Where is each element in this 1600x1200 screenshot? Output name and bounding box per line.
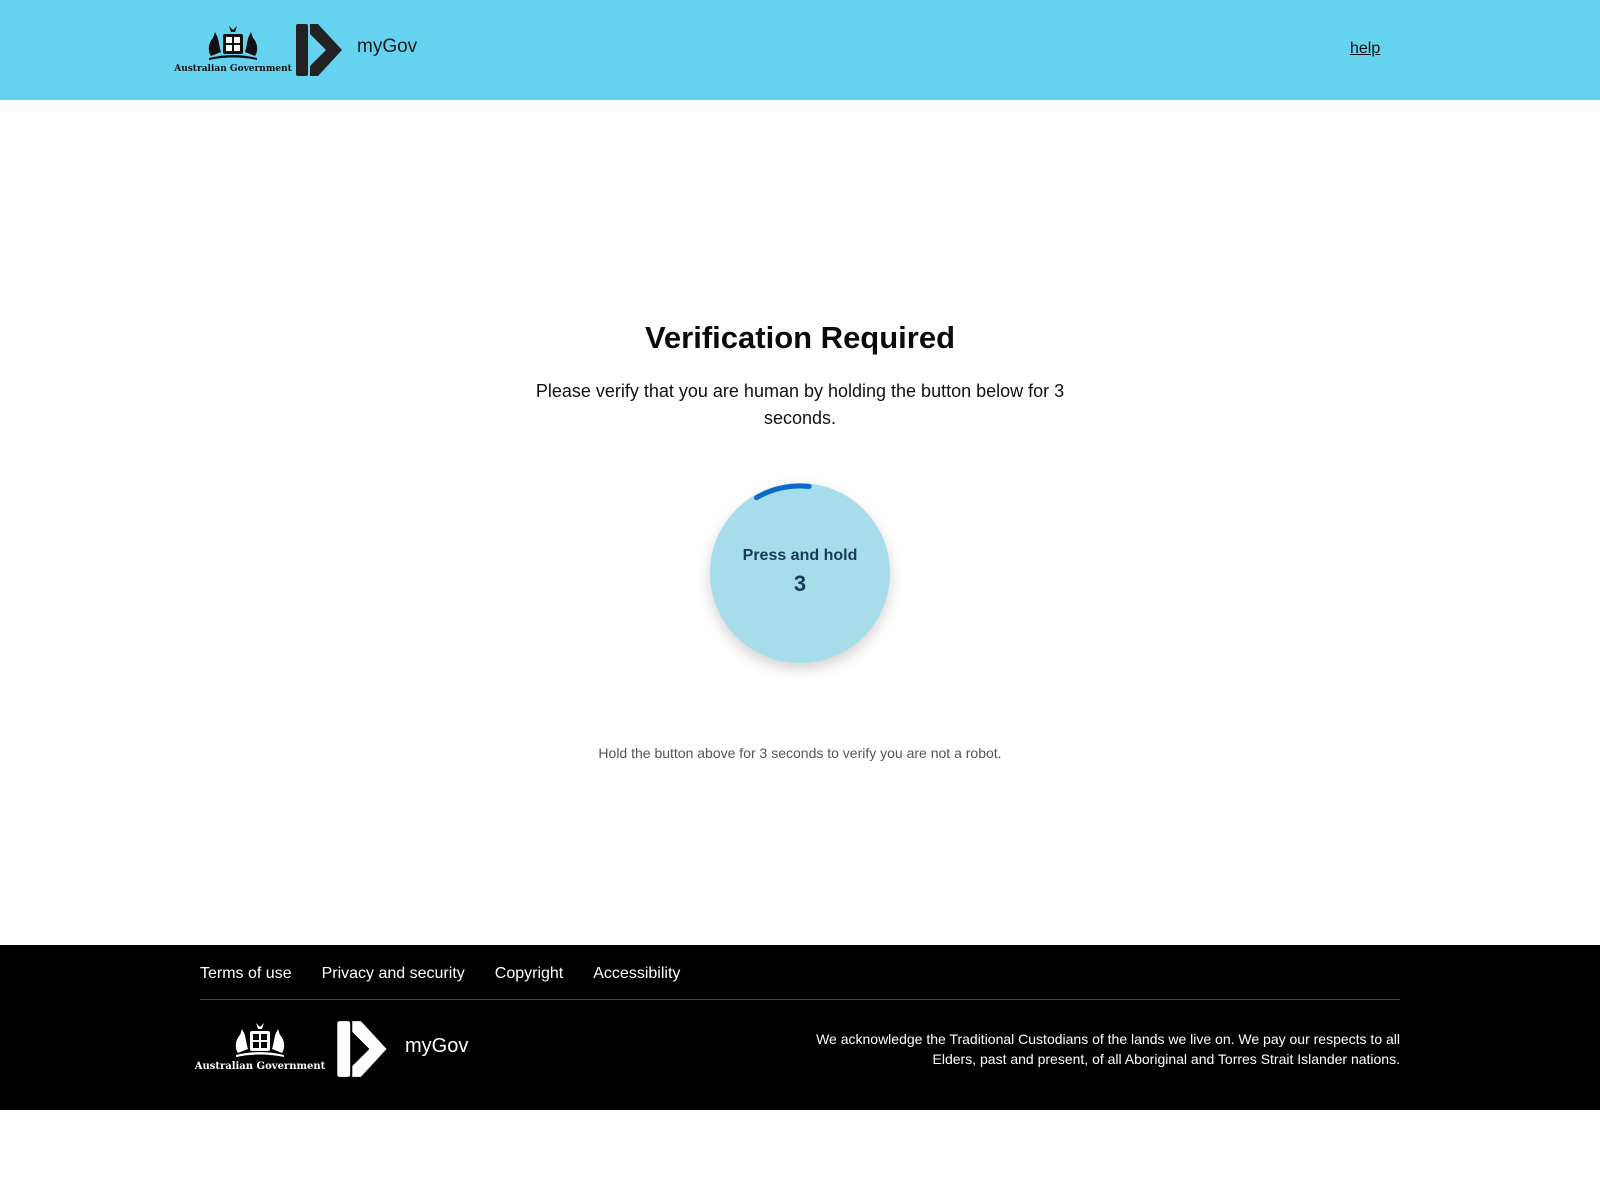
press-and-hold-button[interactable]: Press and hold 3 xyxy=(710,483,890,663)
coat-of-arms-icon xyxy=(235,1023,285,1057)
mygov-logo-icon xyxy=(337,1021,387,1077)
footer-gov-label: Australian Government xyxy=(194,1061,326,1072)
footer-link-privacy[interactable]: Privacy and security xyxy=(322,965,465,983)
site-header: Australian Government myGov help xyxy=(0,0,1600,100)
page-description: Please verify that you are human by hold… xyxy=(535,381,1065,428)
australian-government-crest[interactable]: Australian Government xyxy=(174,22,292,80)
footer-link-terms[interactable]: Terms of use xyxy=(200,965,292,983)
gov-label: Australian Government xyxy=(174,64,292,74)
hold-button-label: Press and hold xyxy=(742,547,858,564)
footer-nav: Terms of use Privacy and security Copyri… xyxy=(200,965,680,983)
help-link[interactable]: help xyxy=(1350,40,1380,58)
footer-gov-crest: Australian Government xyxy=(195,1019,325,1079)
hold-countdown: 3 xyxy=(793,571,807,596)
mygov-logo-icon[interactable] xyxy=(296,22,344,78)
acknowledgement-text: We acknowledge the Traditional Custodian… xyxy=(816,1031,1400,1067)
site-footer: Terms of use Privacy and security Copyri… xyxy=(0,945,1600,1110)
footer-divider xyxy=(200,999,1400,1000)
footer-link-copyright[interactable]: Copyright xyxy=(495,965,563,983)
footer-brand-name: myGov xyxy=(405,1035,469,1057)
page-title: Verification Required xyxy=(644,320,956,355)
hold-hint-text: Hold the button above for 3 seconds to v… xyxy=(598,745,1002,761)
coat-of-arms-icon xyxy=(208,26,258,60)
footer-link-accessibility[interactable]: Accessibility xyxy=(593,965,680,983)
brand-name: myGov xyxy=(357,36,418,57)
